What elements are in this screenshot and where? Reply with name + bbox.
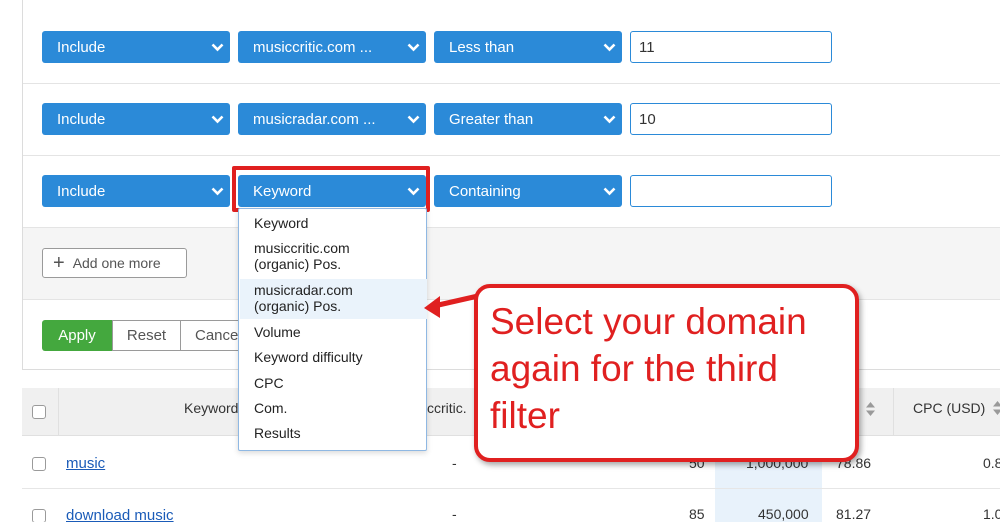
add-one-more-label: Add one more bbox=[72, 255, 161, 271]
menu-item-com[interactable]: Com. bbox=[240, 400, 427, 416]
add-one-more-button[interactable]: + Add one more bbox=[42, 248, 187, 278]
musiccritic-position: - bbox=[452, 506, 457, 522]
dropdown-label: Include bbox=[57, 38, 106, 56]
filter-1-field-dropdown[interactable]: musiccritic.com ... bbox=[238, 31, 426, 63]
filter-divider bbox=[23, 155, 1000, 156]
row-checkbox[interactable] bbox=[32, 509, 46, 522]
dropdown-label: Containing bbox=[449, 182, 521, 200]
callout-line: filter bbox=[490, 395, 560, 436]
musiccritic-position: - bbox=[452, 455, 457, 471]
keyword-link[interactable]: download music bbox=[66, 507, 174, 522]
menu-item-volume[interactable]: Volume bbox=[240, 324, 427, 340]
plus-icon: + bbox=[53, 252, 65, 274]
input-value: 10 bbox=[639, 110, 656, 128]
column-sort-icon[interactable] bbox=[862, 401, 875, 419]
menu-item-cpc[interactable]: CPC bbox=[240, 375, 427, 391]
column-separator bbox=[893, 388, 894, 436]
filter-1-value-input[interactable]: 11 bbox=[630, 31, 832, 63]
menu-item-keyword-difficulty[interactable]: Keyword difficulty bbox=[240, 349, 427, 365]
chevron-down-icon bbox=[400, 103, 426, 135]
sort-icon bbox=[866, 401, 875, 419]
menu-item-sublabel: (organic) Pos. bbox=[254, 298, 342, 314]
filter-2-value-input[interactable]: 10 bbox=[630, 103, 832, 135]
reset-label: Reset bbox=[126, 327, 167, 344]
apply-button[interactable]: Apply bbox=[42, 320, 112, 351]
chevron-down-icon bbox=[204, 103, 230, 135]
row-divider bbox=[22, 488, 1000, 489]
filter-3-mode-dropdown[interactable]: Include bbox=[42, 175, 230, 207]
chevron-down-icon bbox=[596, 175, 622, 207]
menu-item-musiccritic-position[interactable]: musiccritic.com (organic) Pos. bbox=[240, 240, 427, 272]
chevron-down-icon bbox=[596, 103, 622, 135]
field-dropdown-menu: Keyword musiccritic.com (organic) Pos. m… bbox=[238, 208, 427, 451]
dropdown-label: musiccritic.com ... bbox=[253, 38, 373, 56]
chevron-down-icon bbox=[204, 31, 230, 63]
menu-item-label: Volume bbox=[254, 324, 301, 340]
sort-icon bbox=[993, 400, 1000, 418]
menu-item-label: Keyword difficulty bbox=[254, 349, 363, 365]
cancel-label: Cancel bbox=[195, 327, 242, 344]
menu-item-label: CPC bbox=[254, 375, 284, 391]
filter-2-field-dropdown[interactable]: musicradar.com ... bbox=[238, 103, 426, 135]
column-header-cpc-label: CPC (USD) bbox=[913, 400, 986, 416]
keyword-link[interactable]: music bbox=[66, 455, 105, 472]
chevron-down-icon bbox=[204, 175, 230, 207]
menu-item-label: Com. bbox=[254, 400, 288, 416]
input-value: 11 bbox=[639, 38, 655, 56]
dropdown-label: Greater than bbox=[449, 110, 534, 128]
cpc-value: 0.8 bbox=[983, 455, 1000, 471]
chevron-down-icon bbox=[400, 31, 426, 63]
menu-item-sublabel: (organic) Pos. bbox=[254, 256, 342, 272]
menu-item-label: musiccritic.com bbox=[254, 240, 350, 256]
menu-item-results[interactable]: Results bbox=[240, 425, 427, 441]
volume-value: 450,000 bbox=[758, 506, 809, 522]
dropdown-label: Less than bbox=[449, 38, 515, 56]
menu-item-label: Results bbox=[254, 425, 301, 441]
menu-item-keyword[interactable]: Keyword bbox=[240, 215, 427, 231]
filter-3-value-input[interactable] bbox=[630, 175, 832, 207]
annotation-highlight-box bbox=[232, 166, 430, 212]
select-all-checkbox[interactable] bbox=[32, 405, 46, 419]
filter-1-mode-dropdown[interactable]: Include bbox=[42, 31, 230, 63]
annotation-callout-text: Select your domain again for the third f… bbox=[490, 298, 850, 439]
column-header-keyword[interactable]: Keyword bbox=[184, 400, 238, 416]
filter-2-mode-dropdown[interactable]: Include bbox=[42, 103, 230, 135]
row-checkbox[interactable] bbox=[32, 457, 46, 471]
filter-3-operator-dropdown[interactable]: Containing bbox=[434, 175, 622, 207]
filter-divider bbox=[23, 83, 1000, 84]
dropdown-label: Include bbox=[57, 182, 106, 200]
filter-2-operator-dropdown[interactable]: Greater than bbox=[434, 103, 622, 135]
menu-item-musicradar-position[interactable]: musicradar.com (organic) Pos. bbox=[240, 279, 427, 319]
chevron-down-icon bbox=[596, 31, 622, 63]
menu-item-label: Keyword bbox=[254, 215, 309, 231]
kd-value: 81.27 bbox=[836, 506, 872, 522]
filter-divider bbox=[23, 227, 1000, 228]
dropdown-label: Include bbox=[57, 110, 106, 128]
callout-line: again for the third bbox=[490, 348, 778, 389]
callout-line: Select your domain bbox=[490, 301, 807, 342]
menu-item-label: musicradar.com bbox=[254, 282, 353, 298]
column-separator bbox=[58, 388, 59, 436]
dropdown-label: musicradar.com ... bbox=[253, 110, 376, 128]
filter-1-operator-dropdown[interactable]: Less than bbox=[434, 31, 622, 63]
apply-label: Apply bbox=[58, 327, 96, 344]
reset-button[interactable]: Reset bbox=[112, 320, 181, 351]
column-header-musiccritic[interactable]: ccritic. bbox=[427, 400, 467, 416]
column-header-cpc[interactable]: CPC (USD) bbox=[913, 400, 1000, 418]
musicradar-position: 85 bbox=[689, 506, 705, 522]
cpc-value: 1.0 bbox=[983, 506, 1000, 522]
